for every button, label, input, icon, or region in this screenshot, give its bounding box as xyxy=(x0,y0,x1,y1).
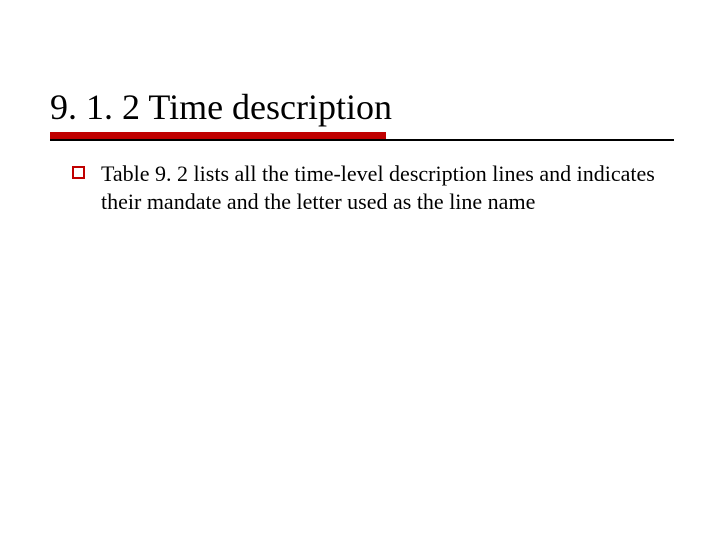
accent-bar xyxy=(50,132,386,139)
slide-title: 9. 1. 2 Time description xyxy=(50,88,660,128)
divider-line xyxy=(50,139,674,141)
bullet-text: Table 9. 2 lists all the time-level desc… xyxy=(101,160,660,216)
hollow-square-icon xyxy=(72,166,85,179)
list-item: Table 9. 2 lists all the time-level desc… xyxy=(50,160,660,216)
title-underline xyxy=(50,132,660,142)
slide: 9. 1. 2 Time description Table 9. 2 list… xyxy=(0,0,720,540)
